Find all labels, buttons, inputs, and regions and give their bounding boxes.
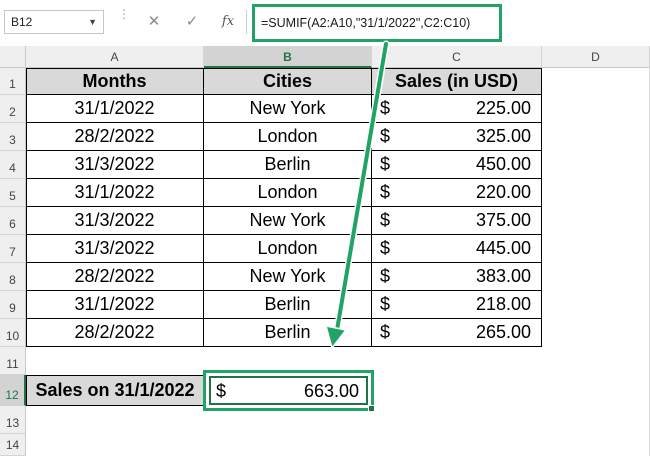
row-header-6[interactable]: 6 [0, 207, 26, 235]
cell-sales[interactable]: $375.00 [372, 207, 542, 235]
formula-input[interactable]: =SUMIF(A2:A10,"31/1/2022",C2:C10) [252, 4, 502, 42]
cell-city[interactable]: New York [204, 207, 372, 235]
cell-month[interactable]: 28/2/2022 [26, 263, 204, 291]
sales-value: 265.00 [475, 322, 531, 342]
row-header-14[interactable]: 14 [0, 434, 26, 456]
result-value: 663.00 [303, 381, 359, 401]
row-header-4[interactable]: 4 [0, 151, 26, 179]
cell-sales[interactable]: $218.00 [372, 291, 542, 319]
column-header-c[interactable]: C [372, 46, 542, 68]
row-header-9[interactable]: 9 [0, 291, 26, 319]
row-header-13[interactable]: 13 [0, 406, 26, 434]
row-header-12[interactable]: 12 [0, 375, 26, 406]
select-all-corner[interactable] [0, 46, 26, 68]
row-header-1[interactable]: 1 [0, 68, 26, 95]
fill-handle[interactable] [368, 405, 375, 412]
formula-bar-divider [246, 10, 247, 34]
cell-month[interactable]: 31/1/2022 [26, 95, 204, 123]
row-header-5[interactable]: 5 [0, 179, 26, 207]
cell-city[interactable]: Berlin [204, 151, 372, 179]
cell-month[interactable]: 31/3/2022 [26, 207, 204, 235]
cell-city[interactable]: London [204, 235, 372, 263]
currency-symbol: $ [380, 238, 391, 258]
sales-value: 450.00 [475, 154, 531, 174]
cell-city[interactable]: London [204, 123, 372, 151]
grip-icon[interactable]: ⋮ [118, 8, 130, 34]
cell-sales[interactable]: $445.00 [372, 235, 542, 263]
row-header-11[interactable]: 11 [0, 347, 26, 375]
currency-symbol: $ [216, 381, 227, 401]
sales-value: 325.00 [475, 126, 531, 146]
result-label[interactable]: Sales on 31/1/2022 [26, 375, 204, 406]
cell-sales[interactable]: $325.00 [372, 123, 542, 151]
cell-month[interactable]: 28/2/2022 [26, 319, 204, 347]
sales-value: 383.00 [475, 266, 531, 286]
currency-symbol: $ [380, 126, 391, 146]
header-cell-sales[interactable]: Sales (in USD) [372, 68, 542, 95]
cell-month[interactable]: 31/1/2022 [26, 179, 204, 207]
row-header-8[interactable]: 8 [0, 263, 26, 291]
row-header-10[interactable]: 10 [0, 319, 26, 347]
column-header-b[interactable]: B [204, 46, 372, 68]
cell-city[interactable]: New York [204, 95, 372, 123]
cell-city[interactable]: London [204, 179, 372, 207]
cell-month[interactable]: 31/3/2022 [26, 235, 204, 263]
result-cell[interactable]: $ 663.00 [203, 370, 375, 412]
header-cell-cities[interactable]: Cities [204, 68, 372, 95]
cell-sales[interactable]: $220.00 [372, 179, 542, 207]
header-cell-months[interactable]: Months [26, 68, 204, 95]
sales-value: 445.00 [475, 238, 531, 258]
cell-city[interactable]: Berlin [204, 291, 372, 319]
column-header-a[interactable]: A [26, 46, 204, 68]
currency-symbol: $ [380, 210, 391, 230]
row-header-7[interactable]: 7 [0, 235, 26, 263]
cancel-icon[interactable]: ✕ [142, 10, 166, 34]
cell-sales[interactable]: $265.00 [372, 319, 542, 347]
sales-value: 225.00 [475, 98, 531, 118]
cell-month[interactable]: 28/2/2022 [26, 123, 204, 151]
currency-symbol: $ [380, 294, 391, 314]
column-header-d[interactable]: D [542, 46, 650, 68]
currency-symbol: $ [380, 98, 391, 118]
currency-symbol: $ [380, 322, 391, 342]
insert-function-icon[interactable]: fx [216, 10, 240, 34]
row-header-2[interactable]: 2 [0, 95, 26, 123]
currency-symbol: $ [380, 182, 391, 202]
cell-month[interactable]: 31/3/2022 [26, 151, 204, 179]
enter-icon[interactable]: ✓ [180, 10, 204, 34]
name-box-value: B12 [11, 15, 33, 29]
cell-city[interactable]: Berlin [204, 319, 372, 347]
cell-city[interactable]: New York [204, 263, 372, 291]
currency-symbol: $ [380, 266, 391, 286]
chevron-down-icon[interactable]: ▼ [88, 11, 97, 33]
sales-value: 375.00 [475, 210, 531, 230]
cell-sales[interactable]: $225.00 [372, 95, 542, 123]
formula-bar: B12 ▼ ⋮ ✕ ✓ fx =SUMIF(A2:A10,"31/1/2022"… [0, 0, 650, 46]
sales-value: 218.00 [475, 294, 531, 314]
currency-symbol: $ [380, 154, 391, 174]
cell-sales[interactable]: $383.00 [372, 263, 542, 291]
cell-sales[interactable]: $450.00 [372, 151, 542, 179]
row-header-3[interactable]: 3 [0, 123, 26, 151]
cell-month[interactable]: 31/1/2022 [26, 291, 204, 319]
name-box[interactable]: B12 ▼ [4, 10, 104, 34]
sales-value: 220.00 [475, 182, 531, 202]
